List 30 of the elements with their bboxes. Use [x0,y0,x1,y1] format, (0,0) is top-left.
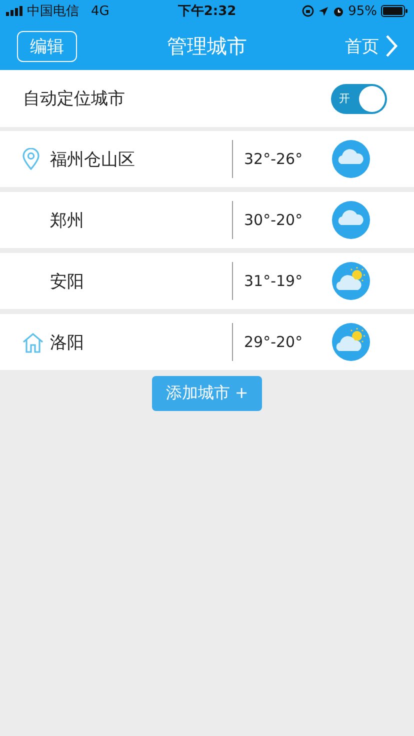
temperature-range: 32°-26° [244,150,304,168]
city-row[interactable]: 洛阳 29°-20° [0,314,414,370]
city-name: 郑州 [50,210,85,232]
auto-locate-label: 自动定位城市 [23,88,125,110]
city-row[interactable]: 郑州 30°-20° [0,192,414,248]
chevron-right-icon[interactable] [385,34,398,58]
sun-cloud-icon [332,323,370,361]
status-time: 下午2:32 [178,3,236,20]
battery-percent: 95% [348,4,377,18]
location-pin-icon [22,148,40,170]
cloud-icon [332,140,370,178]
city-name: 福州仓山区 [50,148,136,170]
location-arrow-icon [318,6,330,16]
page-title: 管理城市 [167,32,247,60]
network-type: 4G [91,4,110,18]
city-row[interactable]: 安阳 31°-19° [0,253,414,309]
signal-icon [6,6,23,16]
rotation-lock-icon [302,5,314,17]
city-name: 安阳 [50,270,85,292]
temperature-range: 30°-20° [244,211,304,229]
temperature-range: 31°-19° [244,272,304,290]
home-icon [22,332,44,352]
sun-cloud-icon [332,262,370,300]
city-row[interactable]: 福州仓山区 32°-26° [0,131,414,187]
temperature-range: 29°-20° [244,333,304,351]
city-name: 洛阳 [50,332,85,354]
carrier-name: 中国电信 [27,3,79,20]
cloud-icon [332,201,370,239]
battery-icon [381,5,408,17]
alarm-icon [333,6,344,16]
